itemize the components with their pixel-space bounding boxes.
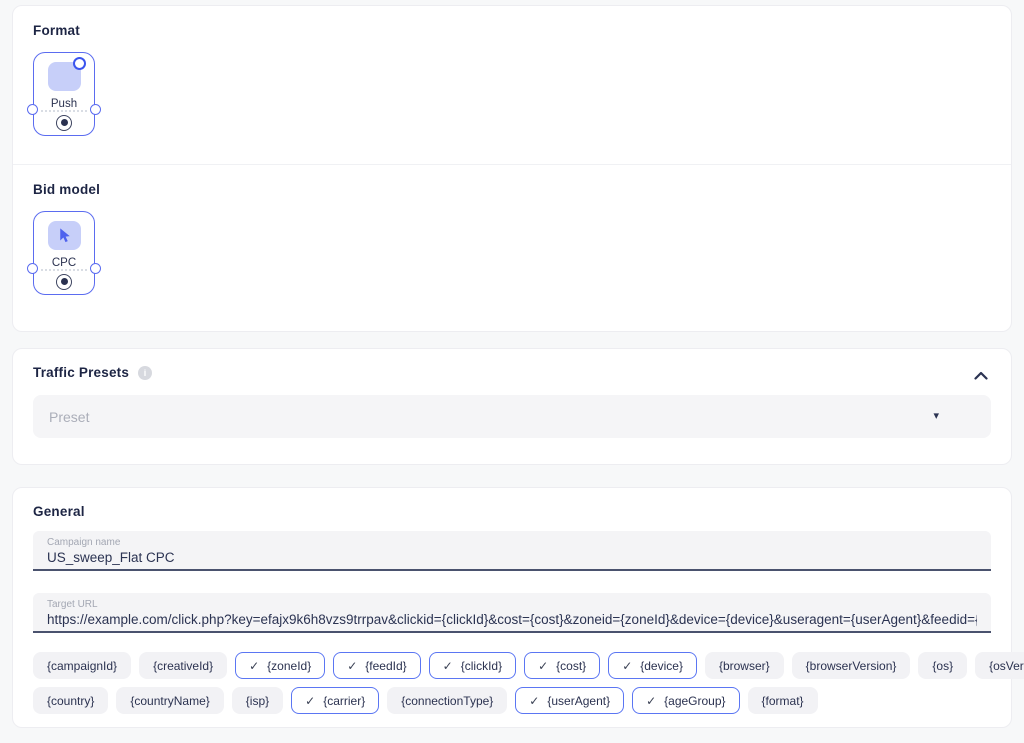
bid-radio-selected[interactable] <box>56 273 72 290</box>
format-option-push[interactable]: Push <box>27 52 101 136</box>
macro-chip-label: {format} <box>761 693 804 708</box>
format-option-push-top: Push <box>34 53 94 110</box>
caret-down-icon: ▾ <box>933 410 939 422</box>
format-bid-card: Format Push Bid model CPC <box>12 5 1012 332</box>
bid-option-cpc[interactable]: CPC <box>27 211 101 295</box>
macro-chip-label: {cost} <box>556 658 587 673</box>
macro-chip-label: {isp} <box>245 693 270 708</box>
macro-chip-country[interactable]: {country} <box>33 687 109 714</box>
info-icon[interactable]: i <box>138 365 153 380</box>
format-radio-selected[interactable] <box>56 114 72 131</box>
bid-model-section: Bid model CPC <box>13 165 1011 295</box>
macro-chip-ageGroup[interactable]: ✓ {ageGroup} <box>632 687 740 714</box>
macro-chip-browserVersion[interactable]: {browserVersion} <box>791 652 911 679</box>
general-title: General <box>33 504 85 519</box>
macro-chip-label: {clickId} <box>460 658 503 673</box>
macro-chips-row-1: {campaignId} {creativeId} ✓ {zoneId} ✓ {feedI… <box>33 652 1024 679</box>
chevron-up-icon <box>974 371 988 380</box>
format-option-radio-area <box>34 110 94 135</box>
check-icon: ✓ <box>305 693 316 708</box>
macro-chip-label: {os} <box>932 658 954 673</box>
check-icon: ✓ <box>622 658 633 673</box>
macro-chip-userAgent[interactable]: ✓ {userAgent} <box>515 687 625 714</box>
target-url-input[interactable]: Target URL https://example.com/click.php… <box>33 593 991 633</box>
collapse-section-button[interactable] <box>973 367 989 383</box>
bid-option-cpc-top: CPC <box>34 212 94 269</box>
macro-chip-label: {feedId} <box>365 658 407 673</box>
traffic-presets-title: Traffic Presets <box>33 365 130 380</box>
cursor-icon <box>47 221 81 250</box>
macro-chip-isp[interactable]: {isp} <box>231 687 284 714</box>
check-icon: ✓ <box>249 658 260 673</box>
target-url-value: https://example.com/click.php?key=efajx9… <box>47 612 977 627</box>
macro-chip-campaignId[interactable]: {campaignId} <box>33 652 132 679</box>
macro-chip-label: {creativeId} <box>153 658 214 673</box>
macro-chip-connectionType[interactable]: {connectionType} <box>387 687 508 714</box>
general-card: General Campaign name US_sweep_Flat CPC … <box>12 487 1024 728</box>
bid-model-title: Bid model <box>33 182 101 197</box>
bid-option-label: CPC <box>51 257 77 269</box>
check-icon: ✓ <box>538 658 549 673</box>
target-url-label: Target URL <box>47 599 98 610</box>
macro-chip-zoneId[interactable]: ✓ {zoneId} <box>235 652 326 679</box>
macro-chip-label: {browserVersion} <box>805 658 897 673</box>
macro-chip-label: {connectionType} <box>401 693 494 708</box>
macro-chip-device[interactable]: ✓ {device} <box>608 652 697 679</box>
preset-select-placeholder: Preset <box>49 408 90 425</box>
push-icon <box>47 57 86 91</box>
check-icon: ✓ <box>442 658 453 673</box>
format-title: Format <box>33 23 80 38</box>
macro-chip-label: {countryName} <box>130 693 210 708</box>
format-option-label: Push <box>50 98 78 110</box>
macro-chip-label: {browser} <box>718 658 770 673</box>
check-icon: ✓ <box>646 693 657 708</box>
bid-option-radio-area <box>34 269 94 294</box>
macro-chip-feedId[interactable]: ✓ {feedId} <box>333 652 421 679</box>
macro-chips-row-2: {country} {countryName} {isp} ✓ {carrier} {co… <box>33 687 991 714</box>
macro-chip-label: {device} <box>640 658 683 673</box>
traffic-presets-card: Traffic Presets i Preset ▾ <box>12 348 1012 465</box>
macro-chip-countryName[interactable]: {countryName} <box>116 687 224 714</box>
macro-chip-format[interactable]: {format} <box>747 687 818 714</box>
macro-chip-label: {country} <box>47 693 95 708</box>
macro-chip-label: {campaignId} <box>47 658 118 673</box>
macro-chip-label: {zoneId} <box>267 658 312 673</box>
macro-chip-creativeId[interactable]: {creativeId} <box>139 652 228 679</box>
macro-chip-cost[interactable]: ✓ {cost} <box>524 652 601 679</box>
general-section: General Campaign name US_sweep_Flat CPC … <box>13 488 1024 714</box>
campaign-name-input[interactable]: Campaign name US_sweep_Flat CPC <box>33 531 991 571</box>
format-section: Format Push <box>13 6 1011 136</box>
campaign-name-label: Campaign name <box>47 537 121 548</box>
push-notification-dot-icon <box>72 57 86 70</box>
check-icon: ✓ <box>529 693 540 708</box>
macro-chip-os[interactable]: {os} <box>918 652 968 679</box>
macro-chip-osVersion[interactable]: {osVersion} <box>975 652 1024 679</box>
macro-chip-carrier[interactable]: ✓ {carrier} <box>291 687 380 714</box>
check-icon: ✓ <box>347 658 358 673</box>
campaign-name-value: US_sweep_Flat CPC <box>47 550 175 565</box>
macro-chip-label: {ageGroup} <box>664 693 726 708</box>
macro-chip-label: {userAgent} <box>547 693 611 708</box>
macro-chip-label: {osVersion} <box>989 658 1024 673</box>
traffic-presets-section: Traffic Presets i Preset ▾ <box>13 349 1011 438</box>
preset-select[interactable]: Preset ▾ <box>33 395 991 438</box>
macro-chip-browser[interactable]: {browser} <box>704 652 784 679</box>
macro-chip-label: {carrier} <box>323 693 366 708</box>
macro-chip-clickId[interactable]: ✓ {clickId} <box>428 652 517 679</box>
